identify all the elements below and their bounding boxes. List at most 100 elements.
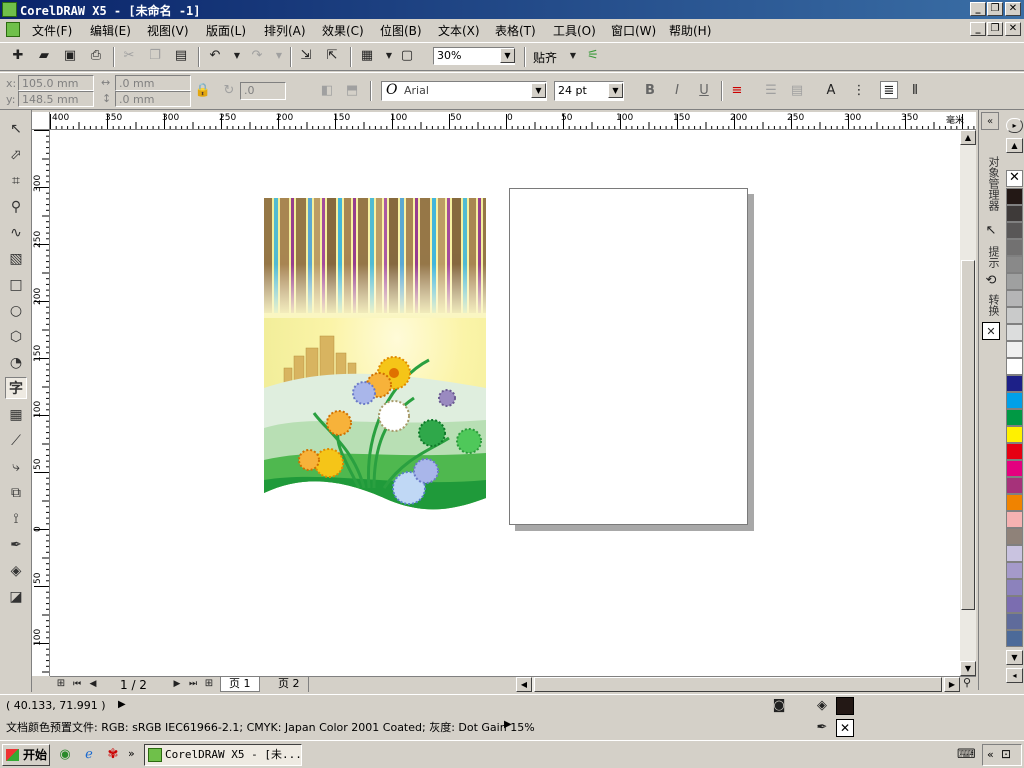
network-icon[interactable]: ⊡: [1001, 747, 1011, 761]
vertical-scroll-thumb[interactable]: [961, 260, 975, 610]
menu-help[interactable]: 帮助(H): [669, 22, 711, 39]
save-icon[interactable]: ▣: [61, 47, 79, 65]
mirror-vertical-icon[interactable]: ⬒: [343, 82, 361, 100]
outline-color-swatch[interactable]: ✕: [836, 719, 854, 737]
color-swatch[interactable]: [1006, 307, 1023, 324]
rotation-angle-field[interactable]: .0: [240, 82, 286, 100]
status-arrow-icon[interactable]: ▶: [118, 699, 126, 710]
snap-dropdown-icon[interactable]: ▼: [564, 47, 582, 65]
color-swatch[interactable]: [1006, 256, 1023, 273]
doc-close-button[interactable]: ✕: [1005, 22, 1021, 36]
menu-text[interactable]: 文本(X): [438, 22, 480, 39]
vertical-scrollbar[interactable]: ▲ ▼: [960, 130, 976, 676]
connector-tool-icon[interactable]: ⤷: [5, 456, 27, 478]
page-1-artwork[interactable]: [264, 198, 486, 510]
pick-tool-icon[interactable]: ↖: [5, 118, 27, 140]
menu-table[interactable]: 表格(T): [495, 22, 536, 39]
fill-color-swatch[interactable]: [836, 697, 854, 715]
interactive-fill-tool-icon[interactable]: ◪: [5, 586, 27, 608]
scroll-left-icon[interactable]: ◀: [516, 677, 532, 692]
color-swatch[interactable]: [1006, 477, 1023, 494]
no-fill-swatch[interactable]: ✕: [1006, 170, 1023, 187]
color-swatch[interactable]: [1006, 630, 1023, 647]
tab-page-2[interactable]: 页 2: [270, 677, 309, 692]
color-swatch[interactable]: [1006, 494, 1023, 511]
color-swatch[interactable]: [1006, 545, 1023, 562]
color-swatch[interactable]: [1006, 205, 1023, 222]
color-swatch[interactable]: [1006, 460, 1023, 477]
close-button[interactable]: ✕: [1005, 2, 1021, 16]
menu-tools[interactable]: 工具(O): [553, 22, 596, 39]
font-list-field[interactable]: Arial: [381, 81, 547, 101]
doc-minimize-button[interactable]: _: [970, 22, 986, 36]
shape-tool-icon[interactable]: ⬀: [5, 144, 27, 166]
horizontal-scroll-thumb[interactable]: [534, 677, 942, 692]
open-folder-icon[interactable]: ▰: [35, 47, 53, 65]
ie-icon[interactable]: ℯ: [80, 746, 98, 764]
scroll-up-icon[interactable]: ▲: [960, 130, 976, 145]
palette-down-icon[interactable]: ▼: [1006, 650, 1023, 665]
height-field[interactable]: .0 mm: [115, 91, 191, 107]
restore-button[interactable]: ❐: [987, 2, 1003, 16]
tray-expand-icon[interactable]: «: [987, 748, 994, 761]
tab-page-1[interactable]: 页 1: [220, 677, 260, 692]
prev-page-icon[interactable]: ◀: [84, 675, 102, 693]
crop-tool-icon[interactable]: ⌗: [5, 170, 27, 192]
print-icon[interactable]: ⎙: [87, 47, 105, 65]
color-proof-icon[interactable]: ◙: [770, 697, 788, 715]
cut-icon[interactable]: ✂: [120, 47, 138, 65]
export-icon[interactable]: ⇱: [323, 47, 341, 65]
horizontal-ruler[interactable]: 400 350 300 250 200 150 100 50 0 50 100 …: [50, 112, 976, 130]
minimize-button[interactable]: _: [970, 2, 986, 16]
freehand-tool-icon[interactable]: ∿: [5, 222, 27, 244]
doc-restore-button[interactable]: ❐: [987, 22, 1003, 36]
color-swatch[interactable]: [1006, 562, 1023, 579]
quicklaunch-more-icon[interactable]: »: [128, 747, 135, 760]
palette-scroll-up-icon[interactable]: ▸: [1006, 118, 1023, 133]
undo-icon[interactable]: ↶: [206, 47, 224, 65]
chrome-icon[interactable]: ◉: [56, 746, 74, 764]
application-launcher-icon[interactable]: ▦: [358, 47, 376, 65]
bullet-list-icon[interactable]: ☰: [762, 82, 780, 100]
text-tool-icon[interactable]: 字: [5, 377, 27, 399]
paste-icon[interactable]: ▤: [172, 47, 190, 65]
keyboard-icon[interactable]: ⌨: [957, 746, 976, 764]
drop-cap-icon[interactable]: ▤: [788, 82, 806, 100]
italic-icon[interactable]: I: [668, 82, 686, 100]
docker-tab-transform[interactable]: 转换: [981, 290, 1001, 320]
ruler-origin[interactable]: [32, 112, 50, 130]
palette-expand-icon[interactable]: ◂: [1006, 668, 1023, 683]
app-quicklaunch-icon[interactable]: ✾: [104, 746, 122, 764]
outline-pen-tool-icon[interactable]: ✒: [5, 534, 27, 556]
redo-dropdown-icon[interactable]: ▼: [270, 47, 288, 65]
new-document-icon[interactable]: ✚: [9, 47, 27, 65]
color-profile-arrow-icon[interactable]: ▶: [504, 719, 512, 730]
text-alignment-icon[interactable]: ≡: [728, 82, 746, 100]
menu-edit[interactable]: 编辑(E): [90, 22, 131, 39]
zoom-navigator-icon[interactable]: ⚲: [958, 674, 976, 692]
docker-tab-object-manager[interactable]: 对象管理器: [981, 138, 1001, 228]
x-position-field[interactable]: 105.0 mm: [18, 75, 94, 91]
menu-view[interactable]: 视图(V): [147, 22, 189, 39]
color-swatch[interactable]: [1006, 392, 1023, 409]
rectangle-tool-icon[interactable]: □: [5, 274, 27, 296]
palette-up-icon[interactable]: ▲: [1006, 138, 1023, 153]
import-icon[interactable]: ⇲: [297, 47, 315, 65]
edit-text-icon[interactable]: ⋮: [850, 82, 868, 100]
format-text-icon[interactable]: A: [822, 82, 840, 100]
font-size-dropdown-icon[interactable]: ▼: [608, 83, 623, 98]
horizontal-scrollbar[interactable]: ◀ ▶: [516, 677, 960, 692]
polygon-tool-icon[interactable]: ⬡: [5, 326, 27, 348]
vertical-text-icon[interactable]: ⦀: [906, 82, 924, 100]
basic-shapes-tool-icon[interactable]: ◔: [5, 352, 27, 374]
menu-effects[interactable]: 效果(C): [322, 22, 364, 39]
drawing-canvas[interactable]: [50, 130, 960, 676]
color-swatch[interactable]: [1006, 528, 1023, 545]
taskbar-coreldraw-button[interactable]: CorelDRAW X5 - [未...: [144, 744, 302, 766]
color-swatch[interactable]: [1006, 443, 1023, 460]
width-field[interactable]: .0 mm: [115, 75, 191, 91]
blend-tool-icon[interactable]: ⧉: [5, 482, 27, 504]
smart-fill-tool-icon[interactable]: ▧: [5, 248, 27, 270]
start-button[interactable]: 开始: [2, 744, 50, 766]
snap-to-label[interactable]: 贴齐: [533, 49, 557, 66]
